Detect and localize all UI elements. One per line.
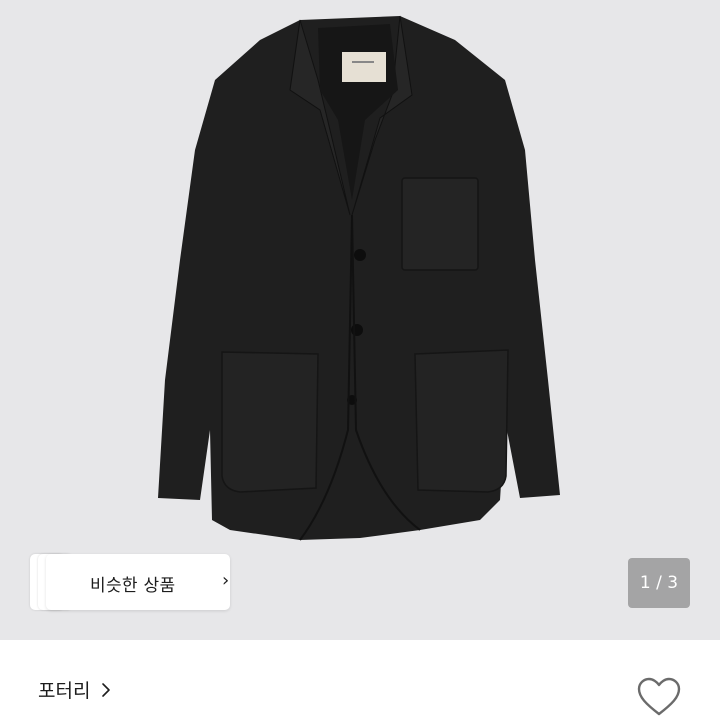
product-photo[interactable]: 비슷한 상품 › 1 / 3	[0, 0, 720, 640]
brand-name: 포터리	[38, 680, 91, 702]
similar-items-label: 비슷한 상품	[90, 576, 176, 596]
jacket-image	[158, 15, 560, 541]
heart-outline-icon[interactable]	[636, 676, 682, 718]
chevron-right-icon	[102, 682, 111, 697]
image-pager-indicator: 1 / 3	[628, 558, 690, 608]
brand-link[interactable]: 포터리	[38, 676, 112, 703]
similar-items-button[interactable]: 비슷한 상품 ›	[30, 554, 230, 610]
chevron-right-icon: ›	[222, 570, 230, 591]
